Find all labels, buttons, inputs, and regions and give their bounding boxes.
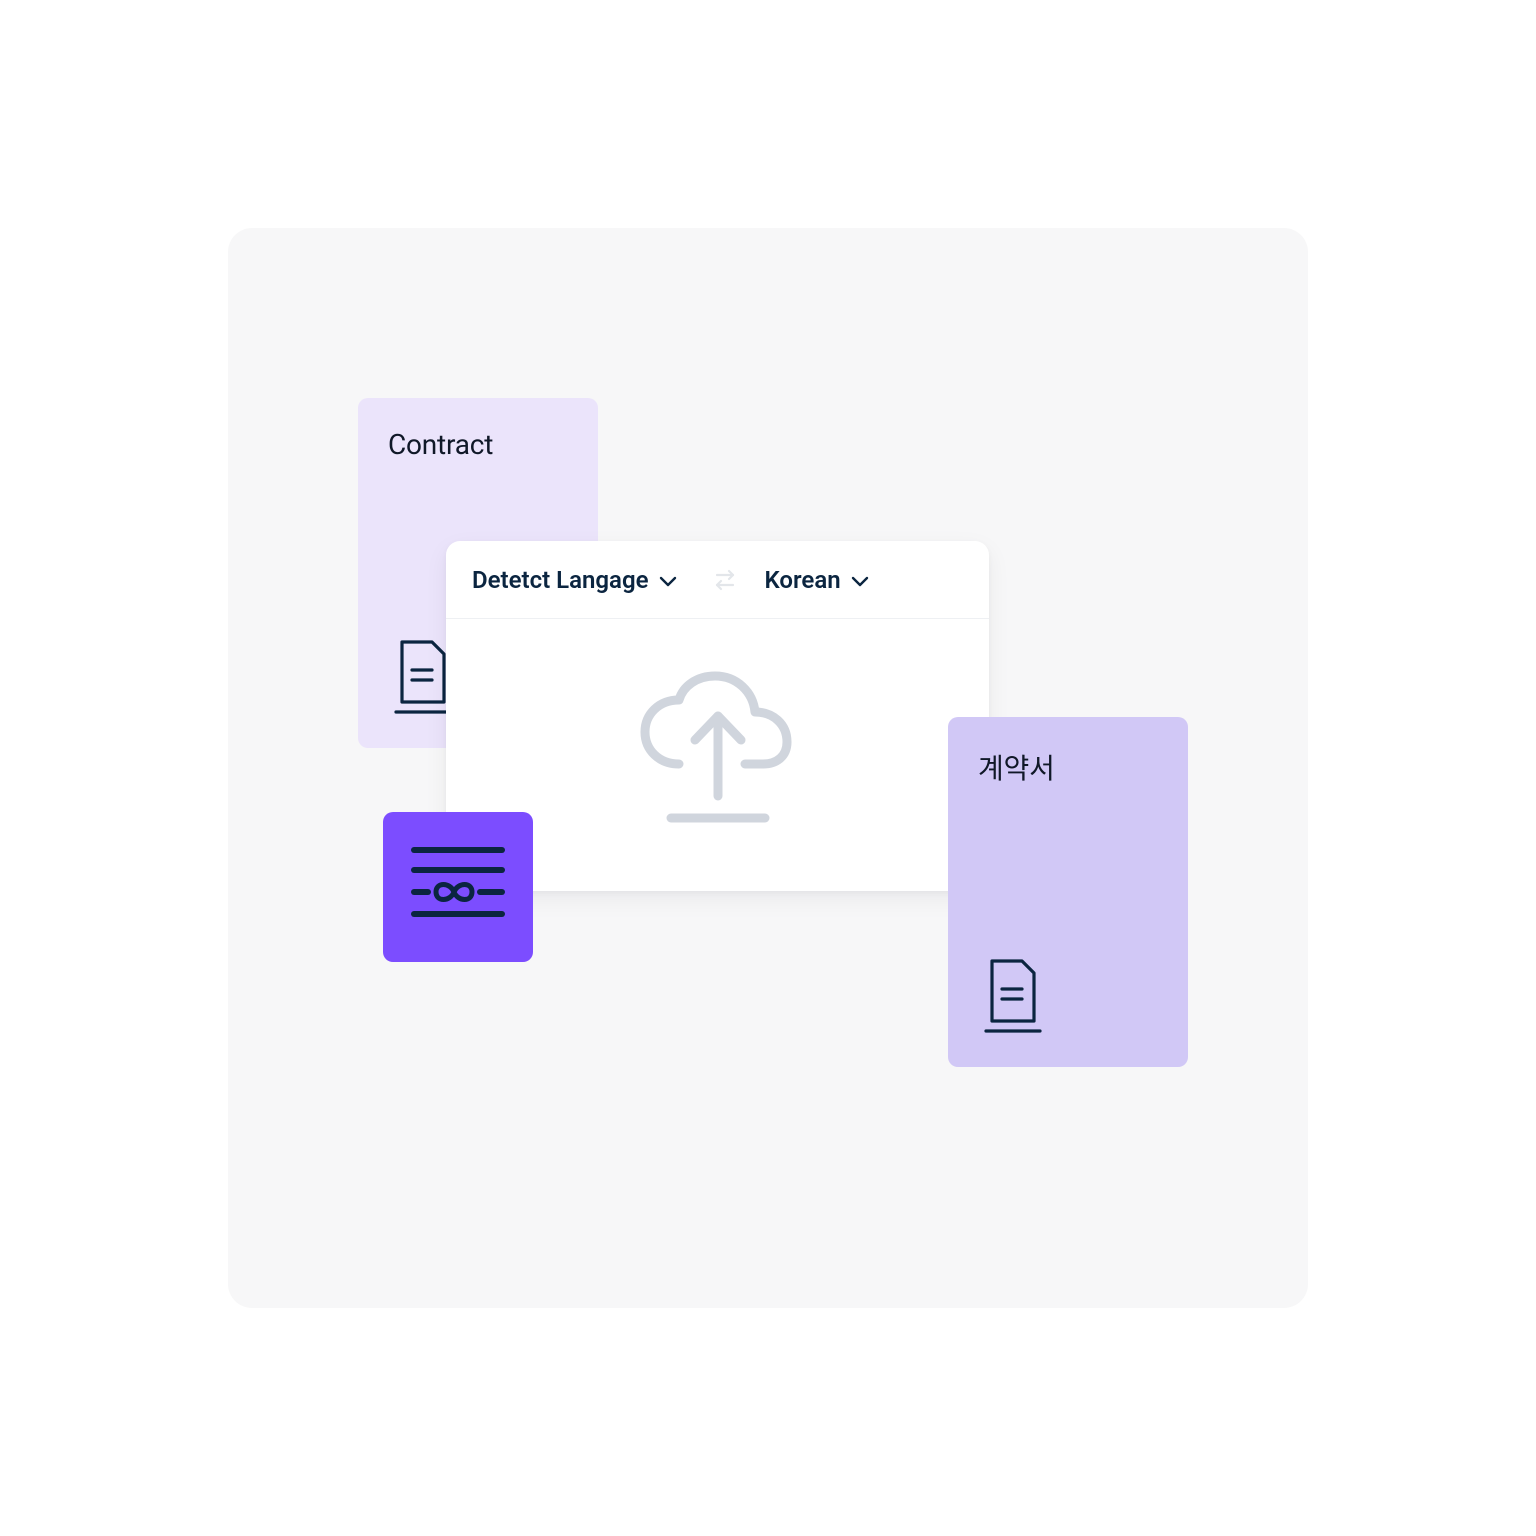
target-language-select[interactable]: Korean [765, 566, 869, 594]
source-document-title: Contract [388, 428, 568, 461]
document-icon [982, 957, 1044, 1039]
target-document-card: 계약서 [948, 717, 1188, 1067]
target-language-label: Korean [765, 566, 841, 594]
swap-arrows-icon [711, 567, 739, 593]
chevron-down-icon [851, 566, 869, 594]
stage: Contract Detetct Langage [228, 228, 1308, 1308]
text-wrap-tile [383, 812, 533, 962]
document-icon [392, 638, 454, 720]
target-document-title: 계약서 [978, 747, 1158, 787]
translator-header: Detetct Langage Korean [446, 541, 989, 619]
swap-languages-button[interactable] [709, 564, 741, 596]
source-language-select[interactable]: Detetct Langage [472, 566, 677, 594]
source-language-label: Detetct Langage [472, 566, 649, 594]
cloud-upload-icon [623, 668, 813, 842]
text-wrap-infinity-icon [406, 838, 510, 936]
chevron-down-icon [659, 566, 677, 594]
